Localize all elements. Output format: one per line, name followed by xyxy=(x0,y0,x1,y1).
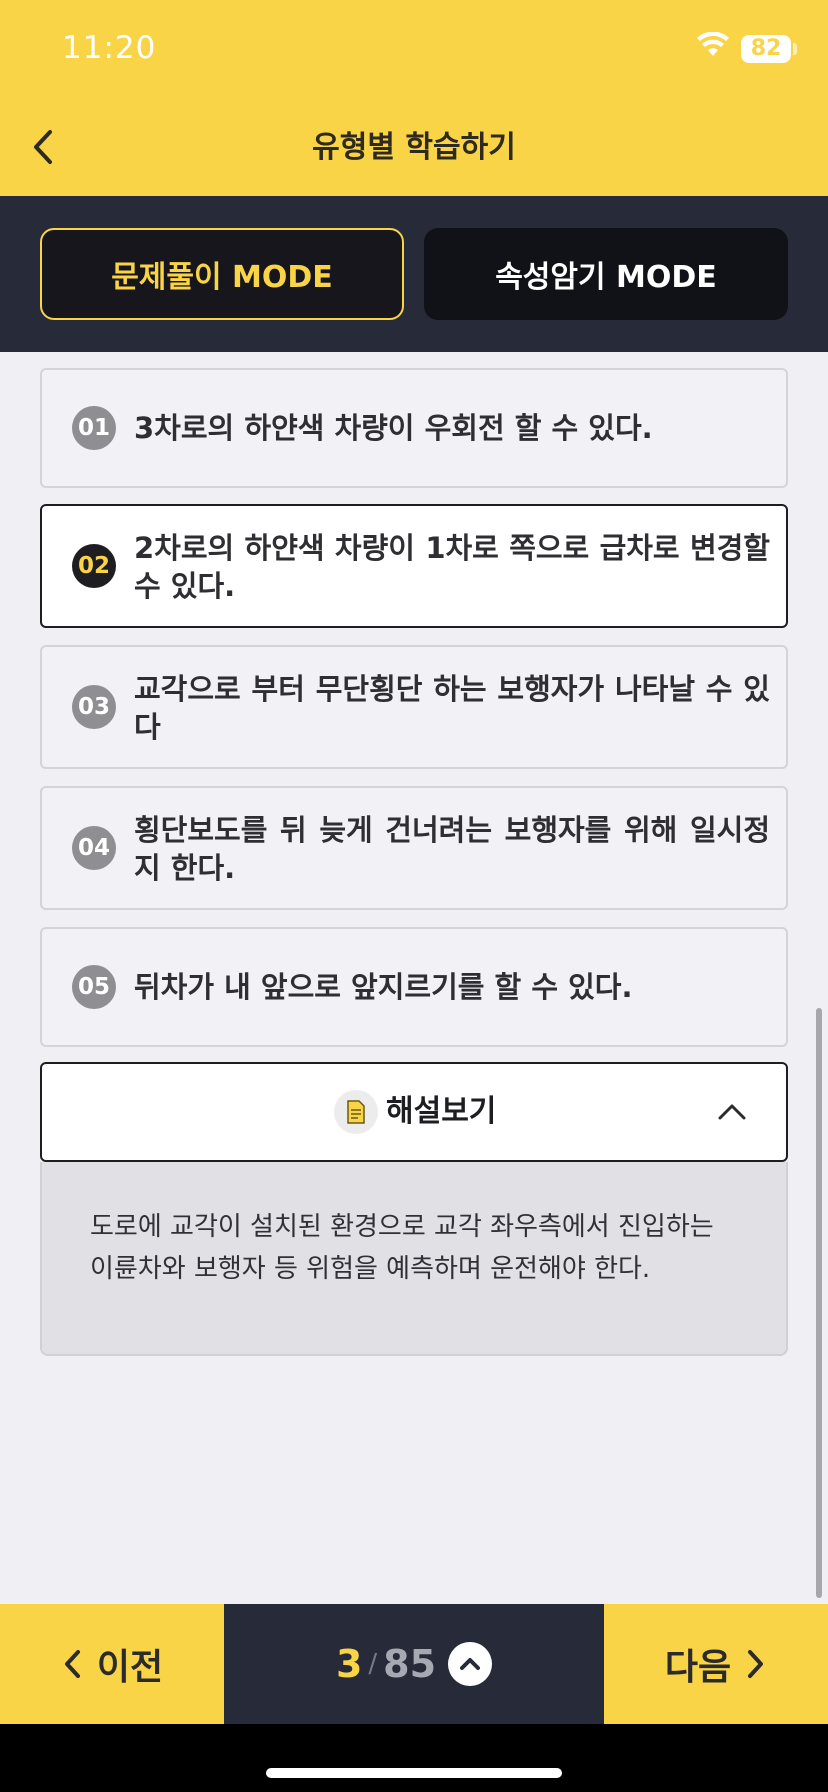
next-button[interactable]: 다음 xyxy=(604,1604,828,1724)
total-questions: 85 xyxy=(383,1642,437,1686)
battery-indicator: 82 xyxy=(741,35,791,63)
document-icon xyxy=(334,1090,378,1134)
answer-option-2[interactable]: 02 2차로의 하얀색 차량이 1차로 쪽으로 급차로 변경할 수 있다. xyxy=(40,504,788,628)
option-number: 01 xyxy=(72,406,116,450)
option-text: 3차로의 하얀색 차량이 우회전 할 수 있다. xyxy=(134,411,653,445)
question-counter[interactable]: 3 / 85 xyxy=(224,1604,604,1724)
home-indicator-area xyxy=(0,1724,828,1792)
option-number: 05 xyxy=(72,965,116,1009)
bottom-navigation: 이전 3 / 85 다음 xyxy=(0,1604,828,1724)
explanation-panel: 도로에 교각이 설치된 환경으로 교각 좌우측에서 진입하는 이륜차와 보행자 … xyxy=(40,1162,788,1356)
option-number: 04 xyxy=(72,826,116,870)
option-text: 2차로의 하얀색 차량이 1차로 쪽으로 급차로 변경할 수 있다. xyxy=(134,531,770,603)
answer-option-1[interactable]: 01 3차로의 하얀색 차량이 우회전 할 수 있다. xyxy=(40,368,788,488)
chevron-up-circle-icon[interactable] xyxy=(448,1642,493,1686)
current-question: 3 xyxy=(335,1642,363,1686)
top-header: 11:20 82 유형별 학습하기 xyxy=(0,0,828,196)
answer-option-4[interactable]: 04 횡단보도를 뒤 늦게 건너려는 보행자를 위해 일시정지 한다. xyxy=(40,786,788,910)
option-number: 03 xyxy=(72,685,116,729)
prev-button[interactable]: 이전 xyxy=(0,1604,224,1724)
home-indicator[interactable] xyxy=(266,1768,562,1778)
view-explanation-button[interactable]: 해설보기 xyxy=(40,1062,788,1162)
chevron-right-icon xyxy=(748,1650,764,1678)
option-text: 교각으로 부터 무단횡단 하는 보행자가 나타날 수 있다 xyxy=(134,672,770,744)
chevron-up-icon xyxy=(718,1104,746,1120)
answer-option-5[interactable]: 05 뒤차가 내 앞으로 앞지르기를 할 수 있다. xyxy=(40,927,788,1047)
wifi-icon xyxy=(697,32,729,56)
explanation-label: 해설보기 xyxy=(386,1094,497,1129)
scrollbar[interactable] xyxy=(816,1008,822,1598)
counter-separator: / xyxy=(368,1649,378,1679)
option-number: 02 xyxy=(72,544,116,588)
battery-tip xyxy=(793,43,797,55)
memorize-mode-button[interactable]: 속성암기 MODE xyxy=(424,228,788,320)
mode-selector: 문제풀이 MODE 속성암기 MODE xyxy=(0,196,828,352)
status-time: 11:20 xyxy=(62,30,157,66)
prev-label: 이전 xyxy=(96,1647,164,1688)
option-text: 횡단보도를 뒤 늦게 건너려는 보행자를 위해 일시정지 한다. xyxy=(134,813,770,885)
answer-option-3[interactable]: 03 교각으로 부터 무단횡단 하는 보행자가 나타날 수 있다 xyxy=(40,645,788,769)
next-label: 다음 xyxy=(664,1647,732,1688)
page-title: 유형별 학습하기 xyxy=(312,130,516,165)
chevron-left-icon xyxy=(64,1650,80,1678)
option-text: 뒤차가 내 앞으로 앞지르기를 할 수 있다. xyxy=(134,970,633,1004)
explanation-text: 도로에 교각이 설치된 환경으로 교각 좌우측에서 진입하는 이륜차와 보행자 … xyxy=(90,1212,714,1284)
problem-solving-mode-button[interactable]: 문제풀이 MODE xyxy=(40,228,404,320)
